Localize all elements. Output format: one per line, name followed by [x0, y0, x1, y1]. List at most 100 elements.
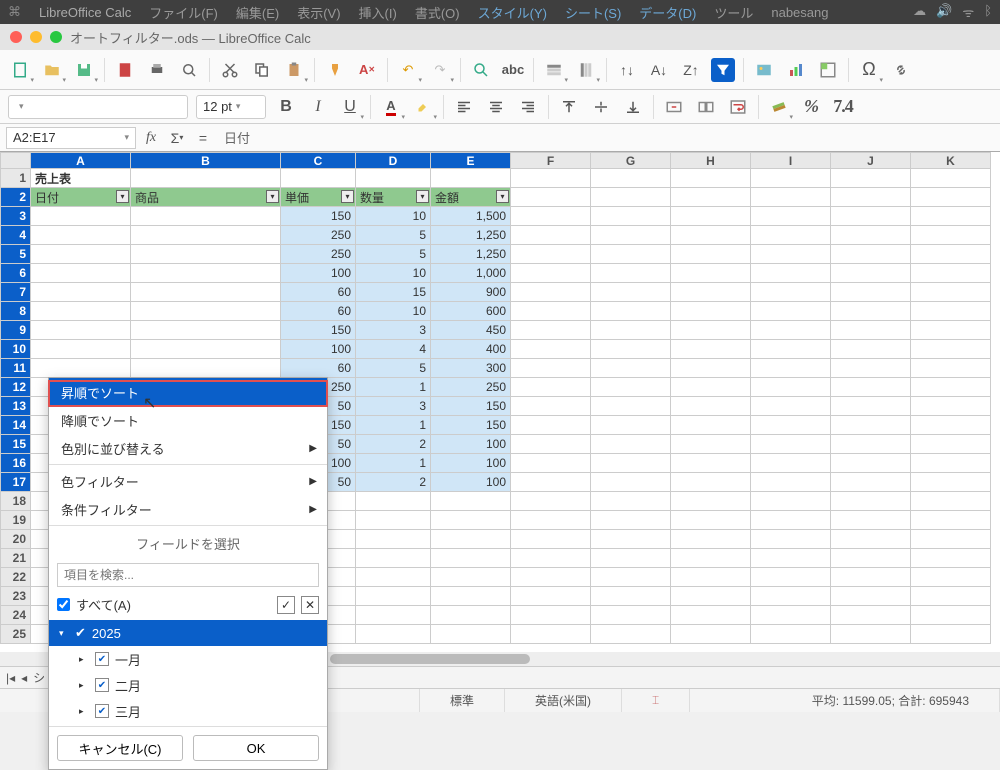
- row-header[interactable]: 6: [1, 264, 31, 283]
- cell[interactable]: [831, 511, 911, 530]
- cell[interactable]: 日付▾: [31, 188, 131, 207]
- col-header[interactable]: F: [511, 153, 591, 169]
- new-button[interactable]: ▾: [8, 58, 32, 82]
- cell[interactable]: [751, 454, 831, 473]
- valign-mid-button[interactable]: [589, 95, 613, 119]
- cell[interactable]: [511, 530, 591, 549]
- cell[interactable]: [591, 587, 671, 606]
- filter-dropdown-icon[interactable]: ▾: [116, 190, 129, 203]
- cell[interactable]: [831, 207, 911, 226]
- cell[interactable]: [751, 226, 831, 245]
- sort-ascending-item[interactable]: 昇順でソート: [49, 378, 327, 406]
- minimize-button[interactable]: [30, 31, 42, 43]
- cell[interactable]: [671, 587, 751, 606]
- cell[interactable]: [511, 492, 591, 511]
- row-header[interactable]: 10: [1, 340, 31, 359]
- filter-dropdown-icon[interactable]: ▾: [496, 190, 509, 203]
- cell[interactable]: [31, 207, 131, 226]
- cell[interactable]: [751, 549, 831, 568]
- cell[interactable]: [431, 511, 511, 530]
- cell[interactable]: [671, 416, 751, 435]
- cell[interactable]: [831, 492, 911, 511]
- cell[interactable]: 10: [356, 302, 431, 321]
- cell[interactable]: [751, 283, 831, 302]
- cell[interactable]: [831, 169, 911, 188]
- cell[interactable]: [591, 435, 671, 454]
- cell[interactable]: [356, 568, 431, 587]
- cell[interactable]: [591, 302, 671, 321]
- traffic-lights[interactable]: [10, 31, 62, 43]
- cell[interactable]: [911, 511, 991, 530]
- cell[interactable]: [911, 568, 991, 587]
- cell[interactable]: 60: [281, 302, 356, 321]
- row-header[interactable]: 20: [1, 530, 31, 549]
- cell[interactable]: [511, 625, 591, 644]
- cell[interactable]: 10: [356, 264, 431, 283]
- fx-button[interactable]: fx: [140, 127, 162, 149]
- cell[interactable]: [831, 359, 911, 378]
- cell[interactable]: [751, 378, 831, 397]
- cell[interactable]: [591, 473, 671, 492]
- cell[interactable]: 60: [281, 359, 356, 378]
- col-header[interactable]: J: [831, 153, 911, 169]
- cell[interactable]: 1,250: [431, 226, 511, 245]
- cell[interactable]: [356, 549, 431, 568]
- cell[interactable]: [911, 226, 991, 245]
- bold-button[interactable]: B: [274, 95, 298, 119]
- cell[interactable]: [911, 625, 991, 644]
- cell[interactable]: [911, 587, 991, 606]
- col-header[interactable]: I: [751, 153, 831, 169]
- cell[interactable]: 1,500: [431, 207, 511, 226]
- align-center-button[interactable]: [484, 95, 508, 119]
- cell[interactable]: [751, 587, 831, 606]
- menu-edit[interactable]: 編集(E): [236, 3, 279, 22]
- cell[interactable]: 150: [431, 416, 511, 435]
- cell[interactable]: 400: [431, 340, 511, 359]
- cell[interactable]: [591, 378, 671, 397]
- cell[interactable]: 10: [356, 207, 431, 226]
- cell[interactable]: [591, 530, 671, 549]
- cell[interactable]: 1: [356, 454, 431, 473]
- cell[interactable]: [671, 340, 751, 359]
- row-header[interactable]: 21: [1, 549, 31, 568]
- cell[interactable]: [591, 454, 671, 473]
- cell[interactable]: [911, 245, 991, 264]
- cell[interactable]: [131, 340, 281, 359]
- cell[interactable]: [131, 264, 281, 283]
- cell[interactable]: [511, 245, 591, 264]
- sheet-tab[interactable]: シ: [33, 669, 45, 686]
- menu-user[interactable]: nabesang: [771, 5, 828, 20]
- cell[interactable]: [511, 340, 591, 359]
- cell[interactable]: [671, 549, 751, 568]
- col-header[interactable]: E: [431, 153, 511, 169]
- cell[interactable]: [751, 264, 831, 283]
- cell[interactable]: [431, 568, 511, 587]
- cell[interactable]: [671, 378, 751, 397]
- cell[interactable]: [831, 283, 911, 302]
- cell[interactable]: [281, 169, 356, 188]
- cell[interactable]: [356, 511, 431, 530]
- zoom-button[interactable]: [50, 31, 62, 43]
- cell[interactable]: [831, 473, 911, 492]
- row-header[interactable]: 9: [1, 321, 31, 340]
- col-header[interactable]: H: [671, 153, 751, 169]
- cell[interactable]: [591, 226, 671, 245]
- cell[interactable]: 100: [431, 473, 511, 492]
- cell[interactable]: [511, 207, 591, 226]
- cell[interactable]: [751, 606, 831, 625]
- row-header[interactable]: 5: [1, 245, 31, 264]
- row-header[interactable]: 17: [1, 473, 31, 492]
- cell[interactable]: [671, 454, 751, 473]
- all-checkbox[interactable]: [57, 598, 70, 611]
- clear-format-button[interactable]: A✕: [355, 58, 379, 82]
- cell[interactable]: [591, 492, 671, 511]
- cell[interactable]: [511, 226, 591, 245]
- cell[interactable]: [671, 207, 751, 226]
- sort-by-color-item[interactable]: 色別に並び替える▶: [49, 434, 327, 462]
- cell[interactable]: 2: [356, 435, 431, 454]
- cell[interactable]: [671, 169, 751, 188]
- cell[interactable]: 250: [431, 378, 511, 397]
- menu-file[interactable]: ファイル(F): [149, 3, 218, 22]
- wrap-button[interactable]: [726, 95, 750, 119]
- cell[interactable]: [31, 340, 131, 359]
